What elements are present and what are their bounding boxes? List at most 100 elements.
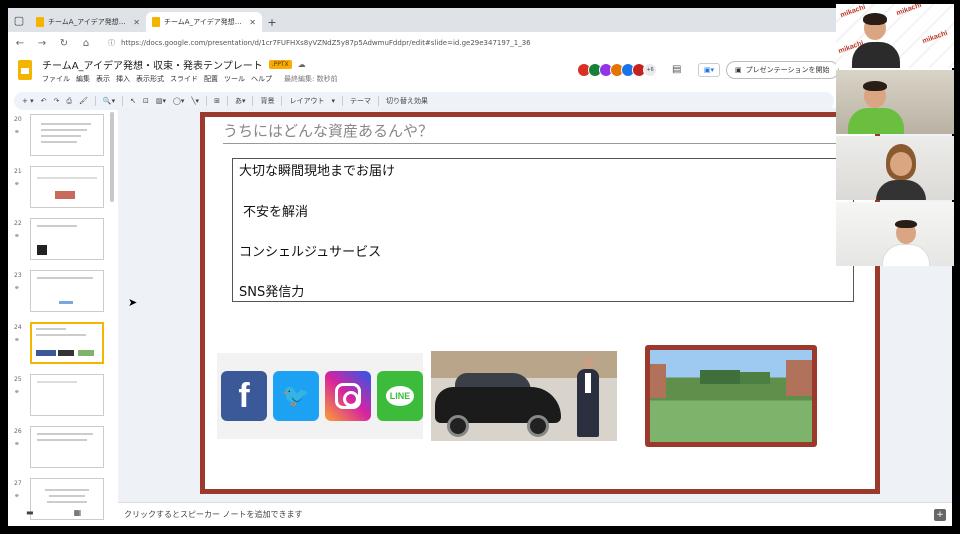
participant-video-tile[interactable] bbox=[836, 70, 954, 134]
cloud-saved-icon[interactable]: ☁ bbox=[298, 60, 306, 69]
menu-insert[interactable]: 挿入 bbox=[116, 74, 130, 84]
layout-button[interactable]: レイアウト bbox=[289, 96, 324, 106]
url-field[interactable]: ⓘ https://docs.google.com/presentation/d… bbox=[108, 38, 531, 48]
present-options-dropdown[interactable]: ▣▾ bbox=[698, 63, 720, 77]
menu-view[interactable]: 表示 bbox=[96, 74, 110, 84]
link-icon: ⚭ bbox=[14, 492, 20, 500]
link-icon: ⚭ bbox=[14, 440, 20, 448]
link-icon: ⚭ bbox=[14, 180, 20, 188]
participant-hair bbox=[895, 220, 917, 228]
participant-video-tile[interactable] bbox=[836, 202, 954, 266]
site-info-icon[interactable]: ⓘ bbox=[108, 38, 115, 48]
menu-arrange[interactable]: 配置 bbox=[204, 74, 218, 84]
reload-icon[interactable]: ↻ bbox=[58, 38, 70, 49]
slide-item: コンシェルジュサービス bbox=[239, 245, 382, 260]
participant-hair bbox=[863, 81, 887, 91]
filmstrip-slide-23[interactable]: 23 ⚭ bbox=[8, 270, 116, 318]
comment-add-icon[interactable]: ⊞ bbox=[214, 97, 220, 105]
slide-number: 23 bbox=[14, 272, 22, 279]
pptx-badge: .PPTX bbox=[268, 60, 292, 69]
menu-slide[interactable]: スライド bbox=[170, 74, 198, 84]
menu-help[interactable]: ヘルプ bbox=[251, 74, 272, 84]
slide-thumbnail[interactable] bbox=[30, 374, 104, 416]
shape-icon[interactable]: ◯▾ bbox=[173, 97, 184, 105]
line-icon[interactable]: ╲▾ bbox=[191, 97, 199, 105]
menu-format[interactable]: 表示形式 bbox=[136, 74, 164, 84]
participant-torso bbox=[882, 244, 930, 266]
transition-button[interactable]: 切り替え効果 bbox=[386, 96, 428, 106]
slide-thumbnail-active[interactable] bbox=[30, 322, 104, 364]
close-tab-icon[interactable]: ✕ bbox=[133, 18, 140, 27]
participant-video-tile[interactable]: mikachi mikachi mikachi mikachi bbox=[836, 4, 954, 68]
paint-format-icon[interactable]: 🖌 bbox=[79, 97, 88, 105]
home-icon[interactable]: ⌂ bbox=[80, 38, 92, 49]
close-tab-icon[interactable]: ✕ bbox=[249, 18, 256, 27]
video-call-panel: mikachi mikachi mikachi mikachi bbox=[836, 4, 954, 268]
slide-number: 24 bbox=[14, 324, 22, 331]
filmstrip-view-icon[interactable]: ▬ bbox=[26, 508, 34, 517]
window-menu-icon[interactable]: ▢ bbox=[8, 8, 30, 32]
start-presentation-button[interactable]: ▣ プレゼンテーションを開始 bbox=[726, 61, 839, 79]
slide-thumbnail[interactable] bbox=[30, 218, 104, 260]
menu-bar: ファイル 編集 表示 挿入 表示形式 スライド 配置 ツール ヘルプ 最終編集:… bbox=[42, 74, 338, 84]
chauffeur-car-image[interactable] bbox=[431, 351, 617, 441]
participant-video-tile[interactable] bbox=[836, 136, 954, 200]
current-slide[interactable]: うちにはどんな資産あるんや？ 大切な瞬間現地までお届け 不安を解消 コンシェルジ… bbox=[200, 112, 880, 494]
menu-file[interactable]: ファイル bbox=[42, 74, 70, 84]
text-style-icon[interactable]: あ▾ bbox=[235, 96, 246, 106]
slide-thumbnail[interactable] bbox=[30, 270, 104, 312]
zoom-icon[interactable]: 🔍▾ bbox=[103, 97, 115, 105]
speaker-notes[interactable]: クリックするとスピーカー ノートを追加できます + bbox=[118, 502, 952, 526]
background-button[interactable]: 背景 bbox=[260, 96, 274, 106]
back-icon[interactable]: ← bbox=[14, 38, 26, 49]
toolbar-divider bbox=[341, 96, 343, 106]
more-collaborators-badge[interactable]: +6 bbox=[643, 63, 657, 77]
slide-thumbnail[interactable] bbox=[30, 114, 104, 156]
browser-tab-2[interactable]: チームA_アイデア発想・収束・発表テ ✕ bbox=[146, 12, 262, 32]
slide-thumbnail[interactable] bbox=[30, 426, 104, 468]
theme-button[interactable]: テーマ bbox=[350, 96, 371, 106]
new-tab-icon[interactable]: + bbox=[262, 12, 282, 32]
forward-icon[interactable]: → bbox=[36, 38, 48, 49]
add-icon[interactable]: + bbox=[934, 509, 946, 521]
line-icon: LINE bbox=[377, 371, 423, 421]
undo-icon[interactable]: ↶ bbox=[41, 97, 47, 105]
select-cursor-icon[interactable]: ↖ bbox=[130, 97, 136, 105]
screen: ▢ チームA_アイデア発想・収束・発表テ ✕ チームA_アイデア発想・収束・発表… bbox=[8, 8, 952, 526]
redo-icon[interactable]: ↷ bbox=[53, 97, 59, 105]
link-icon: ⚭ bbox=[14, 336, 20, 344]
slide-title[interactable]: うちにはどんな資産あるんや？ bbox=[223, 120, 433, 141]
campus-image-frame[interactable] bbox=[645, 345, 817, 447]
toolbar-divider bbox=[206, 96, 208, 106]
document-title[interactable]: チームA_アイデア発想・収束・発表テンプレート bbox=[42, 57, 263, 72]
filmstrip-slide-22[interactable]: 22 ⚭ bbox=[8, 218, 116, 266]
text-box-icon[interactable]: ⊡ bbox=[143, 97, 149, 105]
filmstrip-slide-20[interactable]: 20 ⚭ bbox=[8, 114, 116, 162]
filmstrip-slide-25[interactable]: 25 ⚭ bbox=[8, 374, 116, 422]
filmstrip-scrollbar[interactable] bbox=[110, 112, 114, 202]
comment-history-icon[interactable]: ▤ bbox=[672, 64, 681, 75]
slides-logo-icon[interactable] bbox=[18, 60, 32, 80]
filmstrip-slide-27[interactable]: 27 ⚭ bbox=[8, 478, 116, 526]
document-title-row: チームA_アイデア発想・収束・発表テンプレート .PPTX ☁ bbox=[42, 57, 306, 72]
toolbar-divider bbox=[94, 96, 96, 106]
new-slide-icon[interactable]: + ▾ bbox=[22, 97, 34, 105]
url-text: https://docs.google.com/presentation/d/1… bbox=[121, 39, 531, 47]
browser-tab-1[interactable]: チームA_アイデア発想・収束・発表テ ✕ bbox=[30, 12, 146, 32]
toolbar-divider bbox=[252, 96, 254, 106]
chauffeur-figure bbox=[577, 357, 599, 437]
social-media-image[interactable]: f 🐦 LINE bbox=[217, 353, 423, 439]
bullet-text-box[interactable]: 大切な瞬間現地までお届け 不安を解消 コンシェルジュサービス SNS発信力 bbox=[232, 158, 854, 302]
image-icon[interactable]: ▨▾ bbox=[156, 97, 166, 105]
filmstrip-slide-21[interactable]: 21 ⚭ bbox=[8, 166, 116, 214]
menu-tools[interactable]: ツール bbox=[224, 74, 245, 84]
layout-dropdown-icon[interactable]: ▾ bbox=[331, 97, 335, 105]
slide-thumbnail[interactable] bbox=[30, 166, 104, 208]
grid-view-icon[interactable]: ▦ bbox=[74, 508, 82, 517]
last-edit-text[interactable]: 最終編集: 数秒前 bbox=[284, 74, 338, 84]
participant-head bbox=[890, 152, 912, 176]
menu-edit[interactable]: 編集 bbox=[76, 74, 90, 84]
filmstrip-slide-26[interactable]: 26 ⚭ bbox=[8, 426, 116, 474]
filmstrip-slide-24[interactable]: 24 ⚭ bbox=[8, 322, 116, 370]
print-icon[interactable]: ⎙ bbox=[66, 97, 72, 106]
